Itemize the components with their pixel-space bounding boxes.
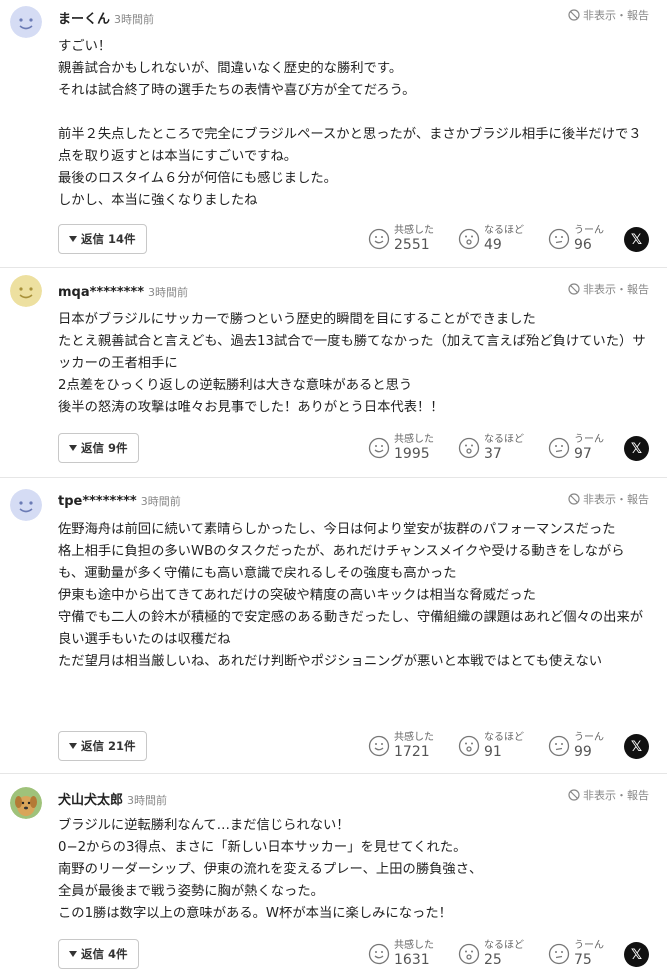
reply-button[interactable]: 返信 4件 (58, 939, 139, 969)
hide-icon (568, 9, 580, 21)
hide-report-link[interactable]: 非表示・報告 (568, 491, 649, 507)
avatar[interactable] (10, 6, 42, 38)
timestamp: 3時間前 (148, 286, 189, 299)
hide-report-link[interactable]: 非表示・報告 (568, 7, 649, 23)
x-logo-icon: 𝕏 (630, 946, 643, 963)
avatar[interactable] (10, 489, 42, 521)
chevron-down-icon (69, 236, 77, 242)
reaction-hmm[interactable]: うーん 99 (548, 731, 604, 761)
reaction-empathy[interactable]: 共感した 2551 (368, 224, 434, 254)
reaction-empathy[interactable]: 共感した 1721 (368, 731, 434, 761)
smile-face-icon (368, 228, 390, 250)
x-share-button[interactable]: 𝕏 (624, 942, 649, 967)
reply-button[interactable]: 返信 9件 (58, 433, 139, 463)
hide-icon (568, 493, 580, 505)
comment-card: 犬山犬太郎 3時間前 非表示・報告 ブラジルに逆転勝利なんて…まだ信じられない！ … (0, 775, 667, 978)
chevron-down-icon (69, 743, 77, 749)
reply-button[interactable]: 返信 21件 (58, 731, 147, 761)
smile-face-icon (368, 735, 390, 757)
reaction-insight[interactable]: なるほど 49 (458, 224, 524, 254)
reaction-hmm[interactable]: うーん 97 (548, 433, 604, 463)
comment-card: まーくん 3時間前 非表示・報告 すごい！ 親善試合かもしれないが、間違いなく歴史… (0, 0, 667, 268)
comment-body: 佐野海舟は前回に続いて素晴らしかったし、今日は何より堂安が抜群のパフォーマンスだ… (58, 522, 644, 669)
chevron-down-icon (69, 445, 77, 451)
comment-body: 日本がブラジルにサッカーで勝つという歴史的瞬間を目にすることができました たとえ… (58, 312, 646, 415)
timestamp: 3時間前 (114, 13, 155, 26)
username[interactable]: mqa******** 3時間前 (58, 284, 188, 300)
x-logo-icon: 𝕏 (630, 440, 643, 457)
avatar[interactable] (10, 275, 42, 307)
thinking-face-icon (548, 437, 570, 459)
thinking-face-icon (548, 228, 570, 250)
hide-icon (568, 283, 580, 295)
reaction-hmm[interactable]: うーん 75 (548, 939, 604, 969)
thinking-face-icon (548, 943, 570, 965)
surprised-face-icon (458, 943, 480, 965)
reaction-insight[interactable]: なるほど 91 (458, 731, 524, 761)
username[interactable]: まーくん 3時間前 (58, 8, 154, 27)
surprised-face-icon (458, 735, 480, 757)
comment-card: mqa******** 3時間前 非表示・報告 日本がブラジルにサッカーで勝つとい… (0, 269, 667, 478)
x-share-button[interactable]: 𝕏 (624, 436, 649, 461)
reaction-empathy[interactable]: 共感した 1631 (368, 939, 434, 969)
x-share-button[interactable]: 𝕏 (624, 227, 649, 252)
hide-report-link[interactable]: 非表示・報告 (568, 787, 649, 803)
x-share-button[interactable]: 𝕏 (624, 734, 649, 759)
chevron-down-icon (69, 951, 77, 957)
x-logo-icon: 𝕏 (630, 231, 643, 248)
reaction-hmm[interactable]: うーん 96 (548, 224, 604, 254)
hide-report-link[interactable]: 非表示・報告 (568, 281, 649, 297)
username[interactable]: tpe******** 3時間前 (58, 493, 181, 509)
avatar[interactable] (10, 787, 42, 819)
surprised-face-icon (458, 437, 480, 459)
smile-face-icon (368, 943, 390, 965)
comment-body: ブラジルに逆転勝利なんて…まだ信じられない！ 0−2からの3得点、まさに「新しい… (58, 818, 483, 921)
reaction-insight[interactable]: なるほど 37 (458, 433, 524, 463)
timestamp: 3時間前 (127, 794, 168, 807)
reply-button[interactable]: 返信 14件 (58, 224, 147, 254)
comment-body: すごい！ 親善試合かもしれないが、間違いなく歴史的な勝利です。 それは試合終了時… (58, 39, 642, 208)
comment-card: tpe******** 3時間前 非表示・報告 佐野海舟は前回に続いて素晴らしかっ… (0, 479, 667, 774)
smile-face-icon (368, 437, 390, 459)
surprised-face-icon (458, 228, 480, 250)
thinking-face-icon (548, 735, 570, 757)
x-logo-icon: 𝕏 (630, 738, 643, 755)
hide-icon (568, 789, 580, 801)
reaction-insight[interactable]: なるほど 25 (458, 939, 524, 969)
timestamp: 3時間前 (140, 495, 181, 508)
username[interactable]: 犬山犬太郎 3時間前 (58, 789, 167, 808)
reaction-empathy[interactable]: 共感した 1995 (368, 433, 434, 463)
